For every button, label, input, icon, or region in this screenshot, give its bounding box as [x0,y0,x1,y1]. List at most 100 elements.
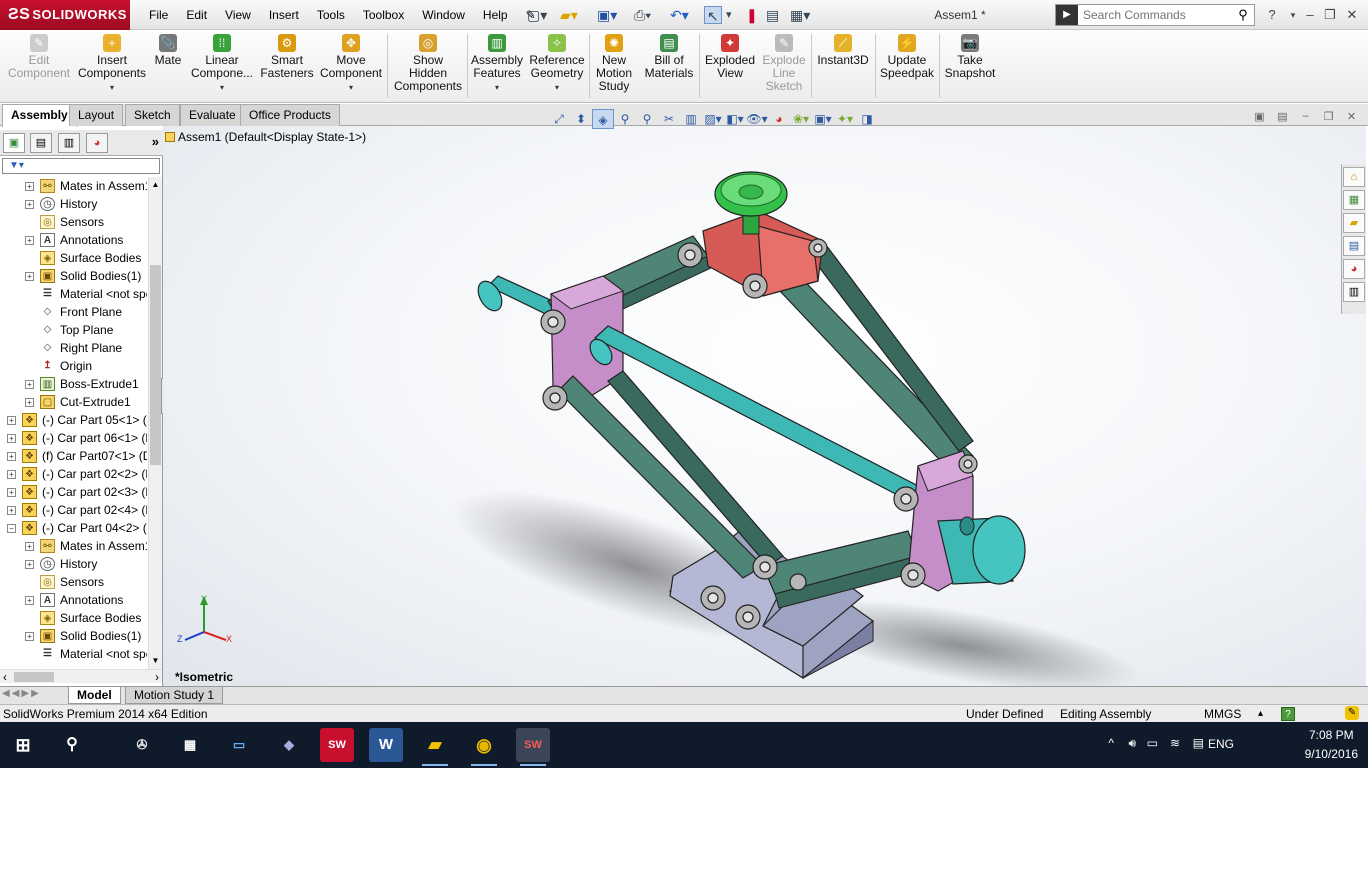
display-pane-icon[interactable]: ◨ [856,109,878,129]
quick-tips-help-icon[interactable]: ? [1281,707,1295,721]
calculator-icon[interactable]: ▦ [173,728,207,762]
units-selector[interactable]: MMGS [1204,705,1241,723]
tree-item[interactable]: + ❖ (-) Car part 02<2> (Default) [0,465,147,483]
scroll-up-icon[interactable]: ▲ [150,179,161,191]
tree-item[interactable]: ↥ Origin [0,357,147,375]
tree-item[interactable]: + ❖ (-) Car part 02<3> (Default) [0,483,147,501]
tree-item[interactable]: + A Annotations [0,231,147,249]
chevron-down-icon[interactable]: ▾ [318,81,384,94]
open-folder-icon[interactable]: ▰▾ [560,6,578,24]
scroll-down-icon[interactable]: ▼ [150,655,161,667]
tree-filter[interactable]: ▼▾ [2,158,160,174]
expand-icon[interactable]: + [25,398,34,407]
rod-end-cylinder[interactable] [937,515,1026,585]
tree-item[interactable]: + ▣ Solid Bodies(1) [0,267,147,285]
menu-insert[interactable]: Insert [260,0,308,30]
expand-icon[interactable]: + [25,560,34,569]
tray-chevron-icon[interactable]: ^ [1108,736,1114,750]
tree-item[interactable]: ◇ Top Plane [0,321,147,339]
tab-sketch[interactable]: Sketch [125,104,180,126]
instant3d-button[interactable]: ⟋ Instant3D [814,34,872,100]
file-explorer-icon[interactable]: ▭ [222,728,256,762]
configuration-manager-tab-icon[interactable]: ▥ [58,133,80,153]
chrome-icon[interactable]: ◉ [467,728,501,766]
save-icon[interactable]: ▣▾ [597,6,617,24]
apply-scene-icon[interactable]: ❀▾ [790,109,812,129]
expand-icon[interactable]: + [25,236,34,245]
chevron-down-icon[interactable]: ▾ [77,81,147,94]
tree-item[interactable]: + ⚯ Mates in Assem1 [0,537,147,555]
tab-model[interactable]: Model [68,687,121,704]
tree-item[interactable]: ◎ Sensors [0,573,147,591]
file-explorer-icon[interactable]: ▰ [1343,213,1365,233]
update-speedpak-button[interactable]: ⚡ Update Speedpak [878,34,936,100]
tab-evaluate[interactable]: Evaluate [180,104,245,126]
search-input[interactable] [1078,8,1232,22]
tree-item[interactable]: + ❖ (-) Car part 02<4> (Default) [0,501,147,519]
view-palette-icon[interactable]: ▤ [1343,236,1365,256]
tab-office-products[interactable]: Office Products [240,104,340,126]
expand-icon[interactable]: + [25,200,34,209]
menu-toolbox[interactable]: Toolbox [354,0,413,30]
menu-edit[interactable]: Edit [177,0,216,30]
section-view-icon[interactable]: ✂ [658,109,680,129]
word-icon[interactable]: W [369,728,403,762]
expand-icon[interactable]: + [7,506,16,515]
jack-assembly-model[interactable] [163,126,1366,686]
expand-icon[interactable]: + [25,182,34,191]
search-icon[interactable]: ⚲ [1232,7,1254,23]
previous-view-icon[interactable]: ⚲ [636,109,658,129]
realview-icon[interactable]: ✦▾ [834,109,856,129]
expand-icon[interactable]: + [25,596,34,605]
chevron-down-icon[interactable]: ▾ [190,81,254,94]
zoom-to-fit-icon[interactable]: ⤢ [548,109,570,129]
tree-horizontal-scrollbar[interactable]: ‹ › [0,669,162,684]
new-document-icon[interactable]: ▢▾ [527,6,547,24]
display-manager-tab-icon[interactable]: ◕ [86,133,108,153]
reference-geometry-button[interactable]: ✧ Reference Geometry ▾ [528,34,586,100]
expand-icon[interactable]: + [25,632,34,641]
tab-nav-arrows-icon[interactable]: ◀◀▶▶ [2,688,41,699]
options-icon[interactable]: ▦▾ [790,6,810,24]
expand-panel-icon[interactable]: » [152,134,159,149]
dynamic-annotation-icon[interactable]: ▥ [680,109,702,129]
tree-item[interactable]: + ◷ History [0,555,147,573]
solidworks-logo[interactable]: ƧS SOLIDWORKS [0,0,130,30]
graphics-area[interactable]: Y X Z Assem1 (Default<Display State-1>) … [163,126,1366,686]
tree-item[interactable]: + ⚯ Mates in Assem1 [0,177,147,195]
assembly-name-label[interactable]: Assem1 (Default<Display State-1>) [165,130,366,144]
expand-icon[interactable]: + [7,488,16,497]
feature-manager-tab-icon[interactable]: ▣ [3,133,25,153]
new-motion-study-button[interactable]: ✺ New Motion Study [592,34,636,100]
hide-show-items-icon[interactable]: 👁▾ [746,109,768,129]
tree-item[interactable]: + ❖ (-) Car part 06<1> (Default) [0,429,147,447]
expand-icon[interactable]: + [7,434,16,443]
taskbar-clock[interactable]: 7:08 PM 9/10/2016 [1305,726,1358,764]
undo-icon[interactable]: ↶▾ [670,6,689,24]
mate-button[interactable]: 📎 Mate [151,34,185,100]
scroll-left-icon[interactable]: ‹ [3,670,7,684]
explode-line-sketch-button[interactable]: ✎ Explode Line Sketch [760,34,808,100]
expand-icon[interactable]: + [7,416,16,425]
tree-item[interactable]: ☰ Material <not specified> [0,645,147,663]
custom-properties-icon[interactable]: ▥ [1343,282,1365,302]
tab-motion-study-1[interactable]: Motion Study 1 [125,687,224,704]
volume-icon[interactable]: 🔊︎ [1128,736,1136,751]
print-icon[interactable]: ⎙▾ [634,6,651,24]
select-arrow-icon[interactable]: ↖ [704,6,722,24]
tree-item[interactable]: ◇ Front Plane [0,303,147,321]
menu-window[interactable]: Window [413,0,474,30]
linear-pattern-button[interactable]: ⁞⁞ Linear Compone... ▾ [190,34,254,100]
restore-icon[interactable]: ❐ [1320,5,1340,25]
doc-restore-icon[interactable]: ❐ [1317,110,1340,123]
edit-component-button[interactable]: ✎ Edit Component [4,34,74,100]
tree-item[interactable]: + ❖ (f) Car Part07<1> (Default) [0,447,147,465]
split-view-icon[interactable]: ▤ [1271,110,1294,123]
doc-close-icon[interactable]: ✕ [1340,110,1363,123]
solidworks-app-icon[interactable]: SW [320,728,354,762]
customize-icon[interactable]: ✎ [1345,706,1359,720]
media-player-icon[interactable]: ✇ [125,728,159,762]
collapse-icon[interactable]: − [7,524,16,533]
menu-help[interactable]: Help [474,0,517,30]
tile-icon[interactable]: ▣ [1248,110,1271,123]
